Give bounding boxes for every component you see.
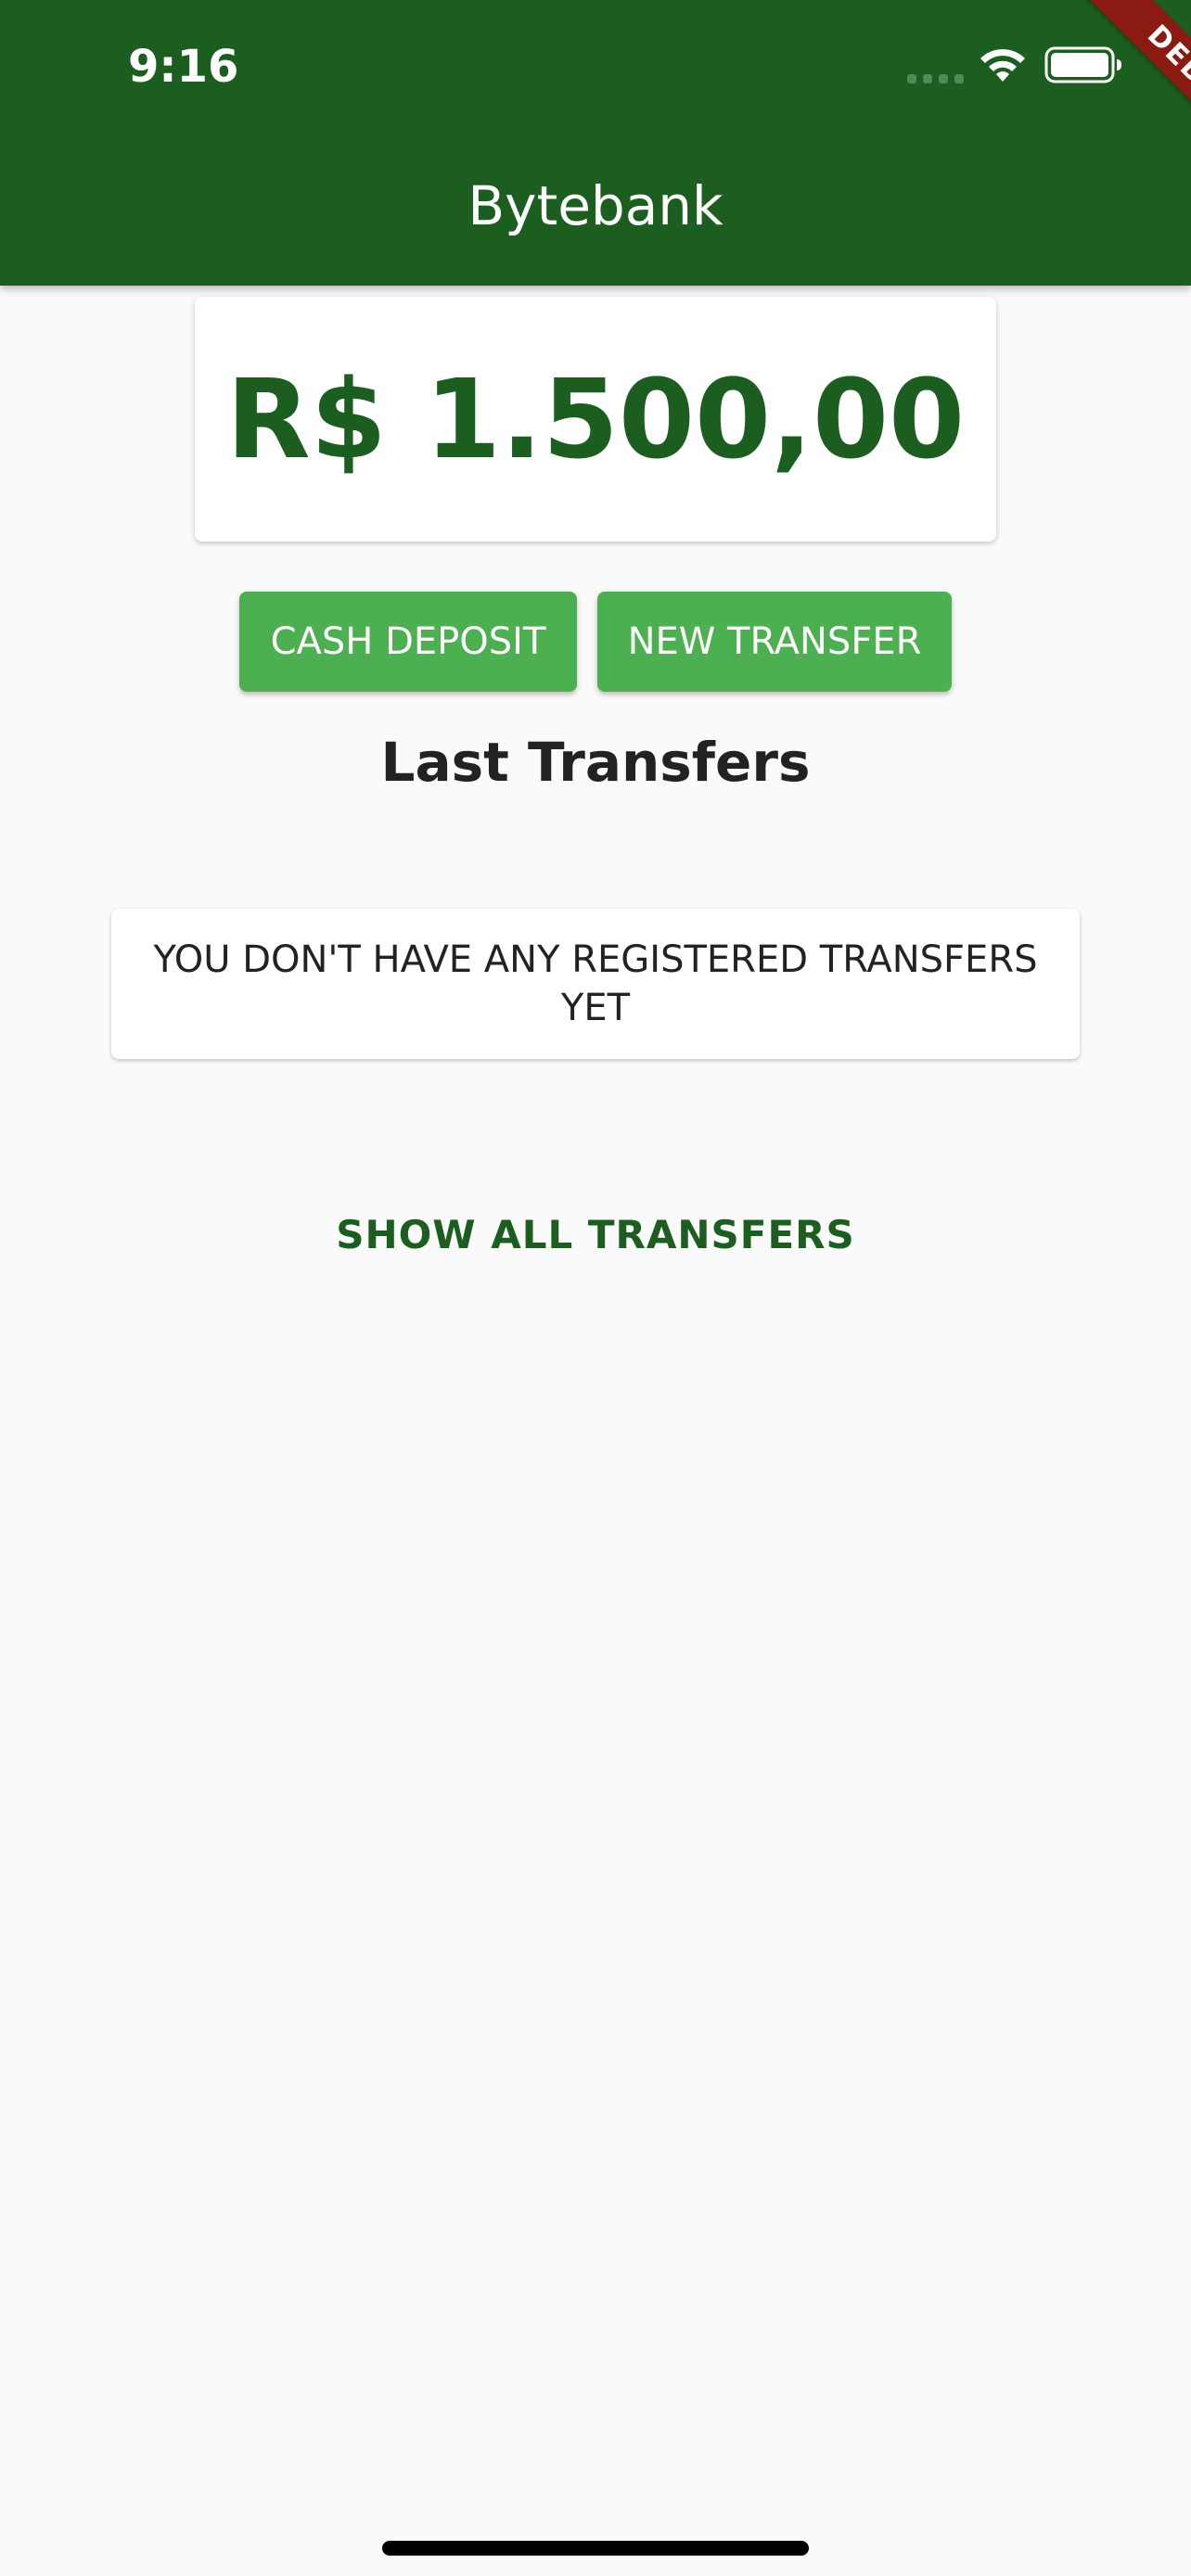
- app-title: Bytebank: [467, 174, 724, 237]
- show-all-transfers-button[interactable]: SHOW ALL TRANSFERS: [0, 1205, 1191, 1265]
- balance-value: R$ 1.500,00: [225, 355, 966, 483]
- signal-dots-icon: [907, 74, 964, 83]
- debug-banner: DEBUG: [1069, 0, 1191, 197]
- status-time: 9:16: [128, 41, 239, 93]
- battery-icon: [1044, 46, 1121, 83]
- wifi-icon: [980, 49, 1025, 82]
- new-transfer-button[interactable]: NEW TRANSFER: [597, 592, 952, 692]
- balance-card: R$ 1.500,00: [195, 297, 996, 542]
- last-transfers-title: Last Transfers: [380, 731, 811, 794]
- home-indicator[interactable]: [382, 2541, 809, 2556]
- app-bar: 9:16 Bytebank DEBUG: [0, 0, 1191, 286]
- empty-transfers-card: YOU DON'T HAVE ANY REGISTERED TRANSFERS …: [111, 909, 1080, 1059]
- empty-transfers-message: YOU DON'T HAVE ANY REGISTERED TRANSFERS …: [153, 938, 1038, 1029]
- cash-deposit-button[interactable]: CASH DEPOSIT: [239, 592, 577, 692]
